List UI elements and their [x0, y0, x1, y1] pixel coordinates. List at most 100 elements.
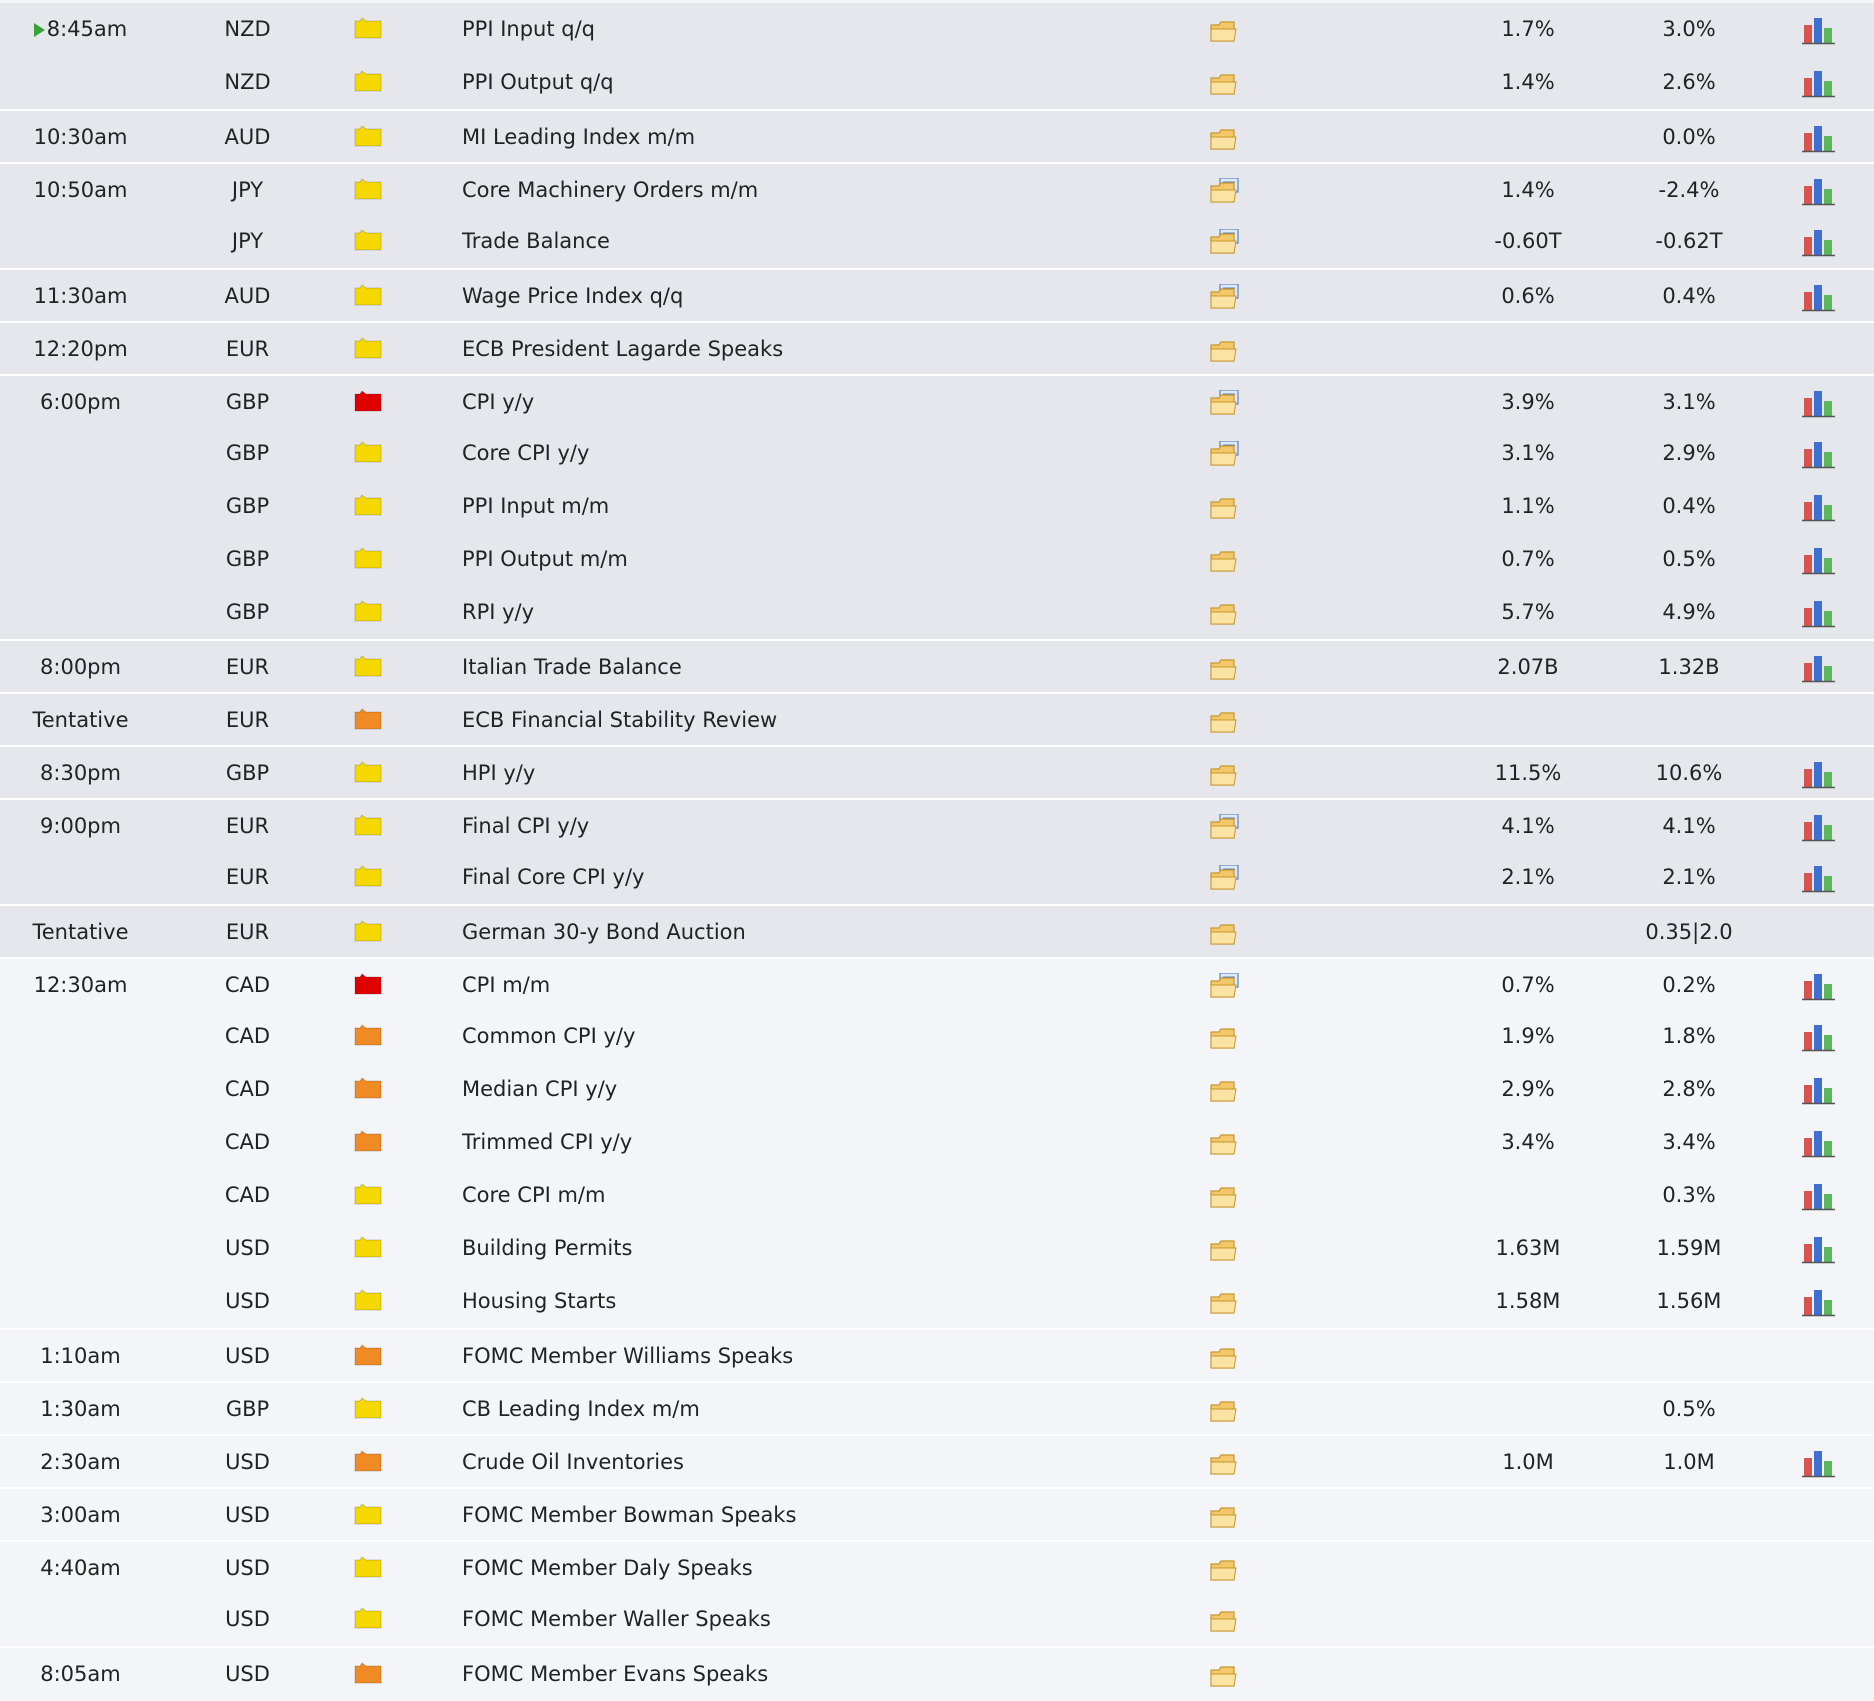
calendar-row[interactable]: 1:10am USD FOMC Member Williams Speaks — [0, 1328, 1874, 1381]
bar-chart-icon[interactable] — [1802, 15, 1836, 45]
impact[interactable] — [354, 1275, 382, 1328]
event-title[interactable]: Crude Oil Inventories — [462, 1436, 1162, 1489]
event-detail[interactable] — [1210, 376, 1240, 429]
event-detail[interactable] — [1210, 586, 1240, 639]
calendar-row[interactable]: GBP RPI y/y 5.7% 4.9% — [0, 586, 1874, 639]
calendar-row[interactable]: 12:20pm EUR ECB President Lagarde Speaks — [0, 321, 1874, 374]
event-detail[interactable] — [1210, 1489, 1240, 1542]
event-title[interactable]: CPI y/y — [462, 376, 1162, 429]
impact[interactable] — [354, 1116, 382, 1169]
folder-icon[interactable] — [1210, 1130, 1240, 1156]
calendar-row[interactable]: 9:00pm EUR Final CPI y/y 4.1% 4.1% — [0, 798, 1874, 851]
calendar-row[interactable]: 10:30am AUD MI Leading Index m/m 0.0% — [0, 109, 1874, 162]
folder-icon[interactable] — [1210, 17, 1240, 43]
bar-chart-icon[interactable] — [1802, 545, 1836, 575]
calendar-row[interactable]: Tentative EUR German 30-y Bond Auction 0.35… — [0, 904, 1874, 957]
event-graph[interactable] — [1802, 376, 1836, 429]
event-graph[interactable] — [1802, 1542, 1836, 1595]
event-graph[interactable] — [1802, 1489, 1836, 1542]
event-title[interactable]: PPI Input m/m — [462, 480, 1162, 533]
bar-chart-icon[interactable] — [1802, 1448, 1836, 1478]
event-title[interactable]: Italian Trade Balance — [462, 641, 1162, 694]
event-detail[interactable] — [1210, 1648, 1240, 1701]
event-detail[interactable] — [1210, 1383, 1240, 1436]
event-detail[interactable] — [1210, 1593, 1240, 1646]
folder-icon[interactable] — [1210, 1344, 1240, 1370]
event-graph[interactable] — [1802, 111, 1836, 164]
folder-icon[interactable] — [1210, 547, 1240, 573]
impact[interactable] — [354, 1010, 382, 1063]
calendar-row[interactable]: NZD PPI Output q/q 1.4% 2.6% — [0, 56, 1874, 109]
calendar-row[interactable]: EUR Final Core CPI y/y 2.1% 2.1% — [0, 851, 1874, 904]
event-title[interactable]: HPI y/y — [462, 747, 1162, 800]
event-detail[interactable] — [1210, 800, 1240, 853]
impact[interactable] — [354, 376, 382, 429]
folder-doc-icon[interactable] — [1210, 814, 1240, 840]
event-title[interactable]: Median CPI y/y — [462, 1063, 1162, 1116]
folder-icon[interactable] — [1210, 1503, 1240, 1529]
folder-icon[interactable] — [1210, 1024, 1240, 1050]
event-detail[interactable] — [1210, 533, 1240, 586]
event-graph[interactable] — [1802, 1383, 1836, 1436]
event-title[interactable]: German 30-y Bond Auction — [462, 906, 1162, 959]
impact[interactable] — [354, 1489, 382, 1542]
folder-doc-icon[interactable] — [1210, 441, 1240, 467]
calendar-row[interactable]: CAD Common CPI y/y 1.9% 1.8% — [0, 1010, 1874, 1063]
impact[interactable] — [354, 1169, 382, 1222]
impact[interactable] — [354, 747, 382, 800]
event-title[interactable]: Core CPI y/y — [462, 427, 1162, 480]
event-detail[interactable] — [1210, 3, 1240, 56]
bar-chart-icon[interactable] — [1802, 653, 1836, 683]
event-detail[interactable] — [1210, 1275, 1240, 1328]
folder-icon[interactable] — [1210, 655, 1240, 681]
event-detail[interactable] — [1210, 1116, 1240, 1169]
event-graph[interactable] — [1802, 959, 1836, 1012]
impact[interactable] — [354, 215, 382, 268]
folder-doc-icon[interactable] — [1210, 973, 1240, 999]
event-detail[interactable] — [1210, 851, 1240, 904]
event-detail[interactable] — [1210, 56, 1240, 109]
bar-chart-icon[interactable] — [1802, 812, 1836, 842]
bar-chart-icon[interactable] — [1802, 492, 1836, 522]
event-title[interactable]: Trimmed CPI y/y — [462, 1116, 1162, 1169]
event-graph[interactable] — [1802, 747, 1836, 800]
event-detail[interactable] — [1210, 906, 1240, 959]
folder-icon[interactable] — [1210, 1077, 1240, 1103]
bar-chart-icon[interactable] — [1802, 1128, 1836, 1158]
calendar-row[interactable]: GBP PPI Input m/m 1.1% 0.4% — [0, 480, 1874, 533]
calendar-row[interactable]: USD Building Permits 1.63M 1.59M — [0, 1222, 1874, 1275]
impact[interactable] — [354, 533, 382, 586]
event-detail[interactable] — [1210, 427, 1240, 480]
calendar-row[interactable]: 10:50am JPY Core Machinery Orders m/m 1.4% -… — [0, 162, 1874, 215]
bar-chart-icon[interactable] — [1802, 598, 1836, 628]
calendar-row[interactable]: JPY Trade Balance -0.60T -0.62T — [0, 215, 1874, 268]
event-graph[interactable] — [1802, 1436, 1836, 1489]
calendar-row[interactable]: 8:45am NZD PPI Input q/q 1.7% 3.0% — [0, 3, 1874, 56]
impact[interactable] — [354, 586, 382, 639]
event-title[interactable]: Housing Starts — [462, 1275, 1162, 1328]
bar-chart-icon[interactable] — [1802, 176, 1836, 206]
bar-chart-icon[interactable] — [1802, 1287, 1836, 1317]
folder-icon[interactable] — [1210, 761, 1240, 787]
bar-chart-icon[interactable] — [1802, 68, 1836, 98]
event-graph[interactable] — [1802, 694, 1836, 747]
impact[interactable] — [354, 323, 382, 376]
impact[interactable] — [354, 1330, 382, 1383]
folder-doc-icon[interactable] — [1210, 865, 1240, 891]
folder-icon[interactable] — [1210, 920, 1240, 946]
event-graph[interactable] — [1802, 3, 1836, 56]
folder-icon[interactable] — [1210, 1397, 1240, 1423]
event-title[interactable]: FOMC Member Williams Speaks — [462, 1330, 1162, 1383]
impact[interactable] — [354, 1222, 382, 1275]
calendar-row[interactable]: GBP PPI Output m/m 0.7% 0.5% — [0, 533, 1874, 586]
event-graph[interactable] — [1802, 1330, 1836, 1383]
event-graph[interactable] — [1802, 215, 1836, 268]
bar-chart-icon[interactable] — [1802, 282, 1836, 312]
impact[interactable] — [354, 270, 382, 323]
bar-chart-icon[interactable] — [1802, 863, 1836, 893]
impact[interactable] — [354, 1063, 382, 1116]
event-detail[interactable] — [1210, 323, 1240, 376]
folder-icon[interactable] — [1210, 1450, 1240, 1476]
event-title[interactable]: RPI y/y — [462, 586, 1162, 639]
impact[interactable] — [354, 851, 382, 904]
